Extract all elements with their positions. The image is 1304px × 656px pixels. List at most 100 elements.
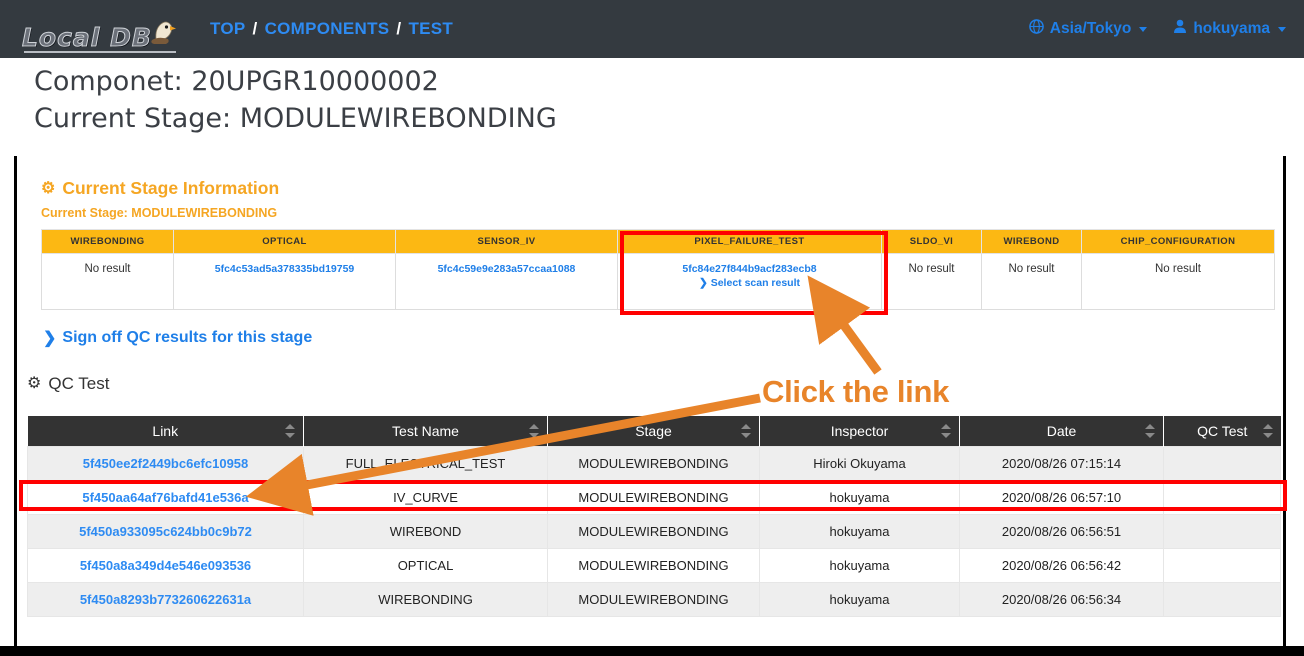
qc-col-stage-label: Stage [635,423,672,439]
qc-test-title: QC Test [48,374,110,393]
page-title: Componet: 20UPGR10000002 [34,66,439,97]
sort-icon[interactable] [1262,424,1273,438]
chevron-right-icon: ❯ [43,330,57,347]
qc-table-header-row: Link Test Name Stage Inspector Date QC T… [27,416,1281,447]
qc-col-qc-test[interactable]: QC Test [1163,416,1281,447]
sort-icon[interactable] [529,424,539,438]
sensor-iv-result-link[interactable]: 5fc4c59e9e283a57ccaa1088 [438,263,576,275]
qc-row-link[interactable]: 5f450a8a349d4e546e093536 [80,558,251,573]
app-logo[interactable]: Local DB [22,8,192,53]
qc-cell-test-name: IV_CURVE [303,480,548,515]
qc-col-test-name-label: Test Name [392,423,459,439]
qc-cell-date: 2020/08/26 06:56:34 [959,582,1164,617]
table-row[interactable]: 5f450a933095c624bb0c9b72 WIREBOND MODULE… [27,514,1281,549]
breadcrumb: TOP / COMPONENTS / TEST [210,19,453,39]
qc-cell-link: 5f450aa64af76bafd41e536a [27,480,304,515]
qc-col-stage[interactable]: Stage [547,416,760,447]
qc-cell-link: 5f450a8a349d4e546e093536 [27,548,304,583]
breadcrumb-separator: / [252,19,258,38]
qc-col-inspector[interactable]: Inspector [759,416,960,447]
stage-cell-optical: 5fc4c53ad5a378335bd19759 [173,253,396,310]
stage-info-heading: ⚙ Current Stage Information [41,178,1283,199]
user-menu[interactable]: hokuyama [1173,19,1286,39]
qc-cell-stage: MODULEWIREBONDING [547,582,760,617]
sign-off-qc-link[interactable]: ❯ Sign off QC results for this stage [43,328,312,348]
table-row[interactable]: 5f450ee2f2449bc6efc10958 FULL_ELECTRICAL… [27,446,1281,481]
qc-col-date[interactable]: Date [959,416,1164,447]
breadcrumb-item-components[interactable]: COMPONENTS [265,19,390,39]
qc-cell-link: 5f450a933095c624bb0c9b72 [27,514,304,549]
eagle-icon [142,17,176,49]
navbar-right-group: Asia/Tokyo hokuyama [1028,0,1286,58]
stage-col-sldo-vi[interactable]: SLDO_VI [881,229,982,254]
sort-icon[interactable] [1145,424,1155,438]
top-navbar: Local DB TOP / COMPONENTS / TEST Asia/To… [0,0,1304,58]
qc-col-link[interactable]: Link [27,416,304,447]
qc-cell-qc-test [1163,480,1281,515]
stage-col-wirebond[interactable]: WIREBOND [981,229,1082,254]
qc-cell-test-name: FULL_ELECTRICAL_TEST [303,446,548,481]
qc-cell-inspector: hokuyama [759,582,960,617]
sort-icon[interactable] [741,424,751,438]
page-root: Local DB TOP / COMPONENTS / TEST Asia/To… [0,0,1304,656]
qc-col-date-label: Date [1046,423,1077,439]
stage-col-pixel-failure-test[interactable]: PIXEL_FAILURE_TEST [617,229,882,254]
qc-cell-inspector: Hiroki Okuyama [759,446,960,481]
breadcrumb-item-top[interactable]: TOP [210,19,246,39]
stage-col-wirebonding[interactable]: WIREBONDING [41,229,174,254]
qc-cell-test-name: WIREBONDING [303,582,548,617]
stage-cell-chip-configuration: No result [1081,253,1275,310]
table-row[interactable]: 5f450a8293b773260622631a WIREBONDING MOD… [27,582,1281,617]
qc-cell-inspector: hokuyama [759,480,960,515]
logo-underline [24,51,176,53]
qc-cell-stage: MODULEWIREBONDING [547,514,760,549]
qc-cell-link: 5f450a8293b773260622631a [27,582,304,617]
qc-cell-inspector: hokuyama [759,548,960,583]
breadcrumb-item-test[interactable]: TEST [408,19,453,39]
qc-cell-inspector: hokuyama [759,514,960,549]
stage-col-optical[interactable]: OPTICAL [173,229,396,254]
timezone-label: Asia/Tokyo [1049,20,1132,37]
main-content: ⚙ Current Stage Information Current Stag… [14,156,1286,650]
stage-col-sensor-iv[interactable]: SENSOR_IV [395,229,618,254]
stage-col-chip-configuration[interactable]: CHIP_CONFIGURATION [1081,229,1275,254]
qc-cell-link: 5f450ee2f2449bc6efc10958 [27,446,304,481]
stage-cell-sldo-vi: No result [881,253,982,310]
globe-icon [1028,19,1044,39]
qc-cell-stage: MODULEWIREBONDING [547,446,760,481]
qc-cell-date: 2020/08/26 06:56:42 [959,548,1164,583]
qc-row-link[interactable]: 5f450aa64af76bafd41e536a [82,490,248,505]
qc-row-link[interactable]: 5f450ee2f2449bc6efc10958 [83,456,249,471]
optical-result-link[interactable]: 5fc4c53ad5a378335bd19759 [215,263,355,275]
qc-table-wrapper: Link Test Name Stage Inspector Date QC T… [27,416,1281,617]
qc-row-link[interactable]: 5f450a933095c624bb0c9b72 [79,524,252,539]
user-label: hokuyama [1193,20,1270,37]
select-scan-result-link[interactable]: ❯ Select scan result [622,277,877,289]
qc-cell-test-name: OPTICAL [303,548,548,583]
stage-table-header-row: WIREBONDING OPTICAL SENSOR_IV PIXEL_FAIL… [41,229,1275,254]
stage-result-table: WIREBONDING OPTICAL SENSOR_IV PIXEL_FAIL… [41,229,1275,310]
stage-table-row: No result 5fc4c53ad5a378335bd19759 5fc4c… [41,253,1275,310]
pixel-failure-result-link[interactable]: 5fc84e27f844b9acf283ecb8 [682,263,816,275]
qc-cell-test-name: WIREBOND [303,514,548,549]
stage-cell-pixel-failure-test: 5fc84e27f844b9acf283ecb8 ❯ Select scan r… [617,253,882,310]
breadcrumb-separator: / [396,19,402,38]
qc-col-inspector-label: Inspector [830,423,889,439]
stage-info-title: Current Stage Information [62,178,280,198]
qc-cell-qc-test [1163,582,1281,617]
table-row[interactable]: 5f450a8a349d4e546e093536 OPTICAL MODULEW… [27,548,1281,583]
qc-col-qc-test-label: QC Test [1197,423,1248,439]
page-title-panel: Componet: 20UPGR10000002 Current Stage: … [14,58,1288,156]
qc-row-link[interactable]: 5f450a8293b773260622631a [80,592,251,607]
chevron-right-icon: ❯ [698,277,708,289]
current-stage-title: Current Stage: MODULEWIREBONDING [34,103,557,135]
timezone-menu[interactable]: Asia/Tokyo [1028,19,1148,39]
current-stage-label: Current Stage: MODULEWIREBONDING [41,206,278,220]
user-icon [1173,19,1187,39]
sort-icon[interactable] [285,424,295,438]
sort-icon[interactable] [941,424,951,438]
table-row[interactable]: 5f450aa64af76bafd41e536a IV_CURVE MODULE… [27,480,1281,515]
qc-table-body: 5f450ee2f2449bc6efc10958 FULL_ELECTRICAL… [27,446,1281,617]
qc-col-test-name[interactable]: Test Name [303,416,548,447]
chevron-down-icon [1278,26,1286,32]
